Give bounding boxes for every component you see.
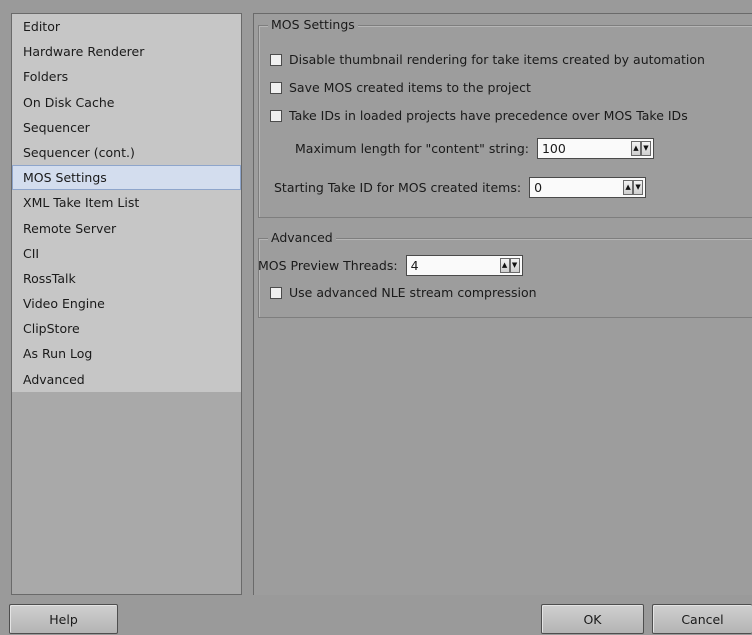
spin-down-icon[interactable]: ▼	[633, 180, 644, 195]
nle-compression-label: Use advanced NLE stream compression	[289, 285, 537, 300]
max-length-spinbox[interactable]: 100 ▲ ▼	[536, 138, 654, 159]
sidebar-item-hardware-renderer[interactable]: Hardware Renderer	[12, 39, 241, 64]
starting-take-id-row: Starting Take ID for MOS created items: …	[274, 177, 647, 198]
nle-compression-checkbox[interactable]	[270, 286, 282, 299]
sidebar-item-mos-settings[interactable]: MOS Settings	[12, 165, 241, 191]
preview-threads-spinbox[interactable]: 4 ▲ ▼	[405, 255, 523, 276]
preview-threads-row: MOS Preview Threads: 4 ▲ ▼	[258, 255, 523, 276]
sidebar-item-on-disk-cache[interactable]: On Disk Cache	[12, 90, 241, 115]
sidebar-items: Editor Hardware Renderer Folders On Disk…	[12, 14, 241, 392]
settings-category-list[interactable]: Editor Hardware Renderer Folders On Disk…	[11, 13, 242, 595]
spin-down-icon[interactable]: ▼	[509, 258, 520, 273]
sidebar-item-as-run-log[interactable]: As Run Log	[12, 341, 241, 366]
take-ids-precedence-option[interactable]: Take IDs in loaded projects have precede…	[270, 108, 688, 123]
nle-compression-option[interactable]: Use advanced NLE stream compression	[270, 285, 537, 300]
help-button-label: Help	[49, 611, 78, 627]
take-ids-precedence-checkbox[interactable]	[270, 109, 282, 122]
mos-settings-group-title: MOS Settings	[268, 17, 358, 33]
save-mos-items-option[interactable]: Save MOS created items to the project	[270, 80, 531, 95]
cancel-button[interactable]: Cancel	[652, 604, 752, 634]
sidebar-item-xml-take-item-list[interactable]: XML Take Item List	[12, 190, 241, 215]
starting-take-id-value[interactable]: 0	[530, 180, 623, 195]
spin-up-icon[interactable]: ▲	[623, 180, 634, 195]
save-mos-items-checkbox[interactable]	[270, 81, 282, 94]
sidebar-item-remote-server[interactable]: Remote Server	[12, 216, 241, 241]
settings-panel: MOS Settings Disable thumbnail rendering…	[253, 13, 752, 595]
spin-up-icon[interactable]: ▲	[499, 258, 510, 273]
disable-thumbnail-checkbox[interactable]	[270, 53, 282, 66]
sidebar-item-video-engine[interactable]: Video Engine	[12, 291, 241, 316]
spin-down-icon[interactable]: ▼	[640, 141, 651, 156]
sidebar-item-editor[interactable]: Editor	[12, 14, 241, 39]
advanced-group: Advanced MOS Preview Threads: 4 ▲ ▼ Use …	[258, 230, 752, 318]
max-length-row: Maximum length for "content" string: 100…	[295, 138, 654, 159]
sidebar-item-clipstore[interactable]: ClipStore	[12, 316, 241, 341]
sidebar-item-cii[interactable]: CII	[12, 241, 241, 266]
sidebar-item-sequencer[interactable]: Sequencer	[12, 115, 241, 140]
sidebar-item-rosstalk[interactable]: RossTalk	[12, 266, 241, 291]
sidebar-item-sequencer-cont[interactable]: Sequencer (cont.)	[12, 140, 241, 165]
disable-thumbnail-option[interactable]: Disable thumbnail rendering for take ite…	[270, 52, 705, 67]
preview-threads-value[interactable]: 4	[407, 258, 500, 273]
sidebar-item-advanced[interactable]: Advanced	[12, 367, 241, 392]
advanced-group-title: Advanced	[268, 230, 336, 246]
preview-threads-label: MOS Preview Threads:	[258, 258, 398, 273]
advanced-group-frame	[258, 238, 752, 318]
max-length-value[interactable]: 100	[538, 141, 631, 156]
save-mos-items-label: Save MOS created items to the project	[289, 80, 531, 95]
spin-up-icon[interactable]: ▲	[630, 141, 641, 156]
starting-take-id-label: Starting Take ID for MOS created items:	[274, 180, 522, 195]
sidebar-item-folders[interactable]: Folders	[12, 64, 241, 89]
cancel-button-label: Cancel	[681, 611, 724, 627]
help-button[interactable]: Help	[9, 604, 118, 634]
max-length-label: Maximum length for "content" string:	[295, 141, 529, 156]
mos-settings-group: MOS Settings Disable thumbnail rendering…	[258, 17, 752, 218]
ok-button[interactable]: OK	[541, 604, 644, 634]
disable-thumbnail-label: Disable thumbnail rendering for take ite…	[289, 52, 705, 67]
starting-take-id-spinbox[interactable]: 0 ▲ ▼	[529, 177, 647, 198]
take-ids-precedence-label: Take IDs in loaded projects have precede…	[289, 108, 688, 123]
ok-button-label: OK	[583, 611, 602, 627]
